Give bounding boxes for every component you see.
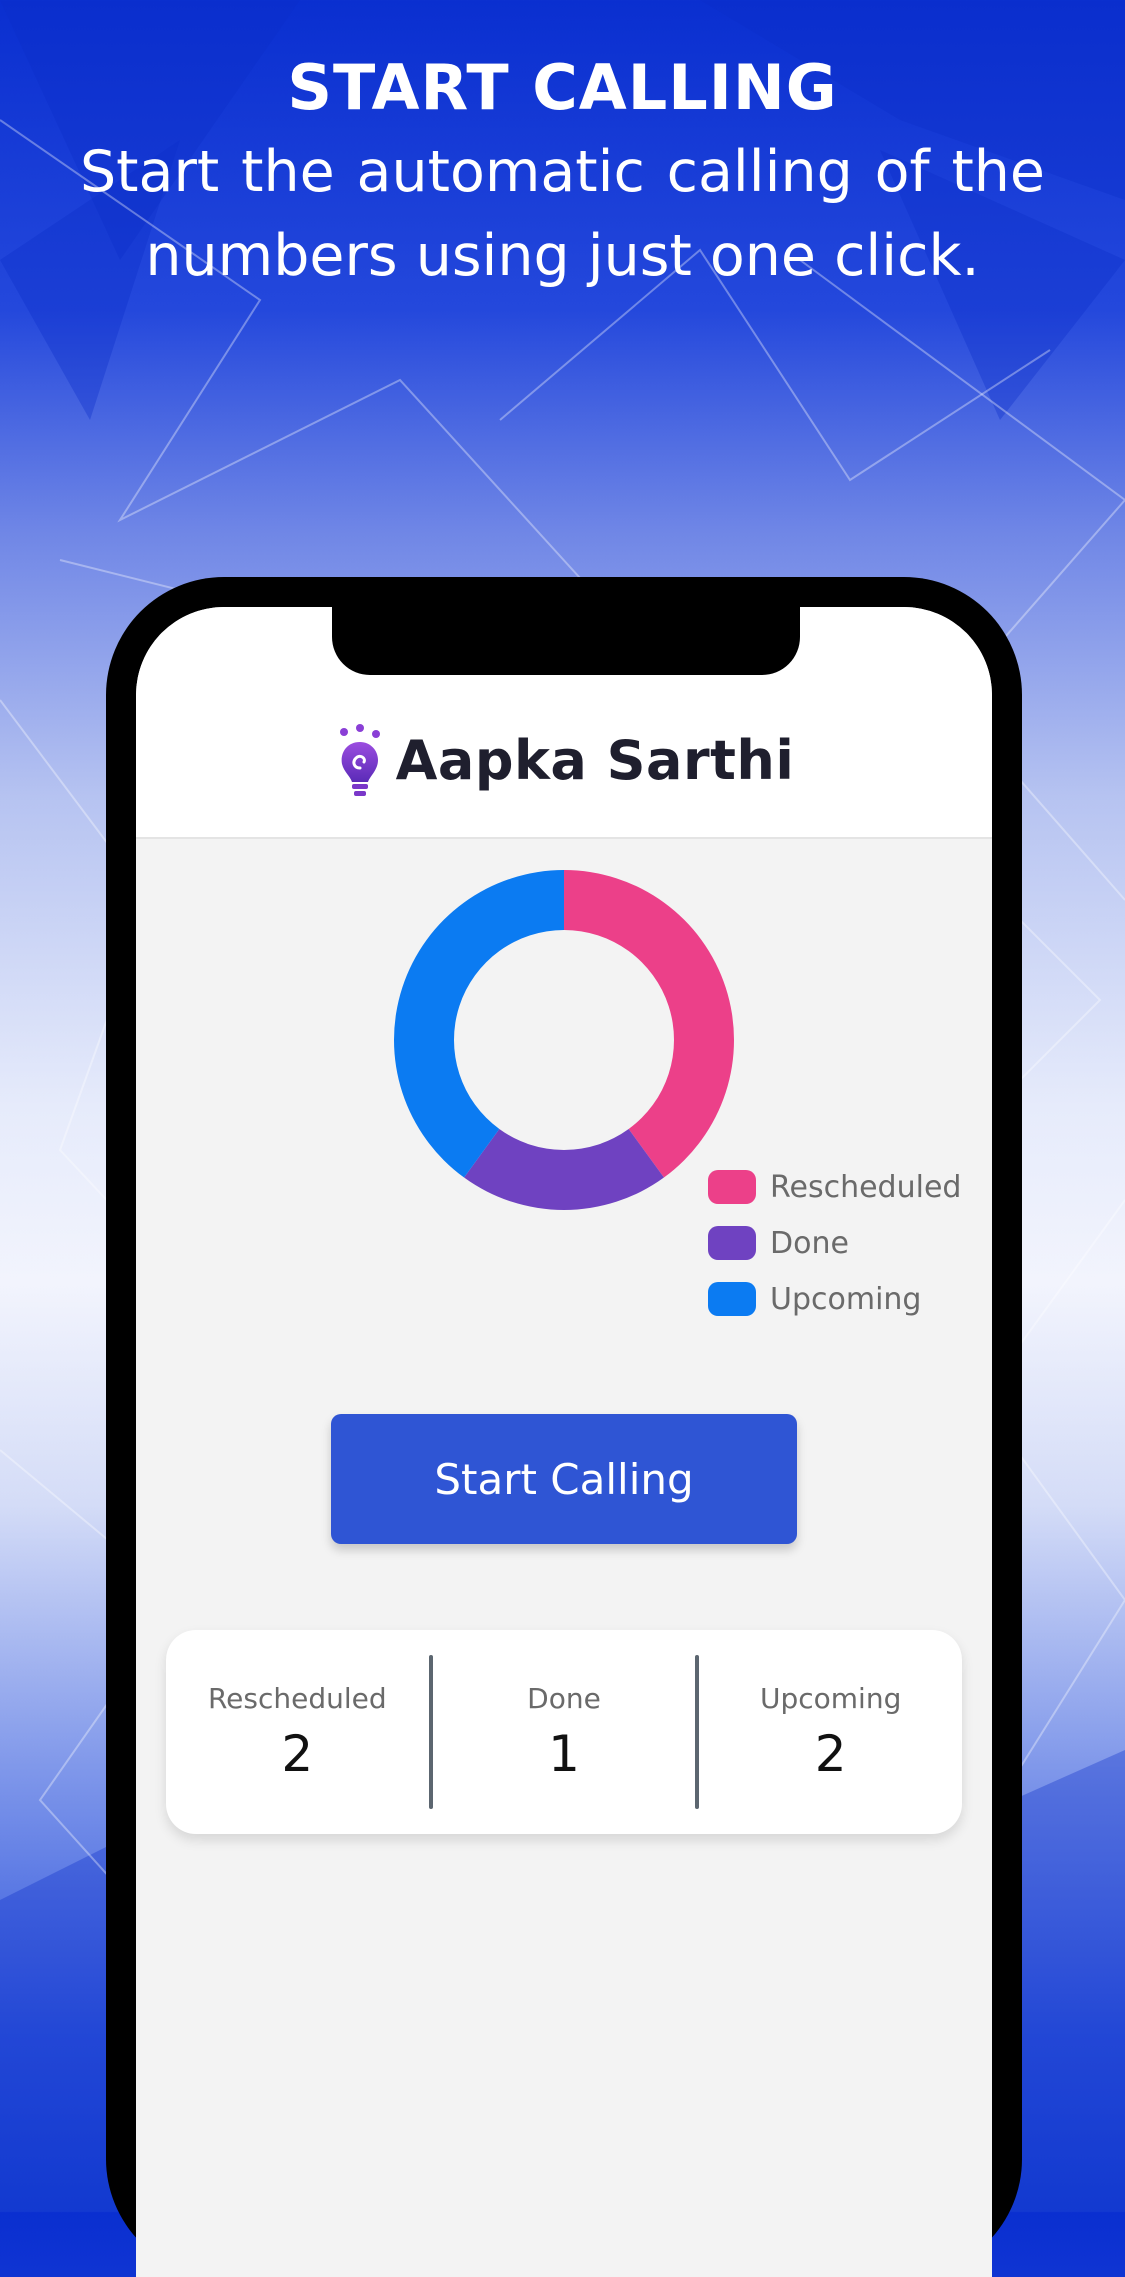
stat-label: Rescheduled bbox=[207, 1681, 387, 1715]
legend-swatch bbox=[708, 1170, 756, 1204]
legend-item: Rescheduled bbox=[708, 1159, 961, 1215]
stat-rescheduled: Rescheduled 2 bbox=[166, 1682, 429, 1783]
phone-screen: Aapka Sarthi Rescheduled Done Upcoming Sta… bbox=[136, 607, 992, 2277]
stat-label: Done bbox=[527, 1681, 601, 1715]
stat-done: Done 1 bbox=[433, 1682, 696, 1783]
call-status-donut-chart bbox=[394, 870, 734, 1210]
legend-item: Done bbox=[708, 1215, 961, 1271]
stats-card: Rescheduled 2 Done 1 Upcoming 2 bbox=[166, 1630, 962, 1834]
stat-value: 2 bbox=[281, 1724, 314, 1783]
stat-label: Upcoming bbox=[759, 1681, 902, 1715]
promo-title: START CALLING bbox=[287, 51, 838, 124]
promo-headline: START CALLING Start the automatic callin… bbox=[80, 50, 1045, 298]
legend-swatch bbox=[708, 1226, 756, 1260]
brand-name: Aapka Sarthi bbox=[395, 728, 795, 792]
donut-slice-rescheduled bbox=[564, 870, 734, 1178]
phone-frame: Aapka Sarthi Rescheduled Done Upcoming Sta… bbox=[106, 577, 1022, 2277]
legend-label: Upcoming bbox=[770, 1281, 922, 1317]
start-calling-button[interactable]: Start Calling bbox=[331, 1414, 797, 1544]
chart-legend: Rescheduled Done Upcoming bbox=[708, 1159, 961, 1327]
phone-notch bbox=[332, 607, 800, 675]
stat-value: 2 bbox=[814, 1724, 847, 1783]
donut-slice-upcoming bbox=[394, 870, 564, 1178]
donut-slice-done bbox=[464, 1128, 664, 1210]
lightbulb-swirl-icon bbox=[339, 724, 380, 796]
legend-swatch bbox=[708, 1282, 756, 1316]
promo-subtitle: Start the automatic calling of the numbe… bbox=[80, 139, 1045, 289]
brand: Aapka Sarthi bbox=[136, 722, 992, 802]
stat-value: 1 bbox=[548, 1724, 580, 1783]
legend-label: Done bbox=[770, 1225, 849, 1261]
legend-item: Upcoming bbox=[708, 1271, 961, 1327]
stat-upcoming: Upcoming 2 bbox=[699, 1682, 962, 1783]
legend-label: Rescheduled bbox=[770, 1169, 962, 1205]
